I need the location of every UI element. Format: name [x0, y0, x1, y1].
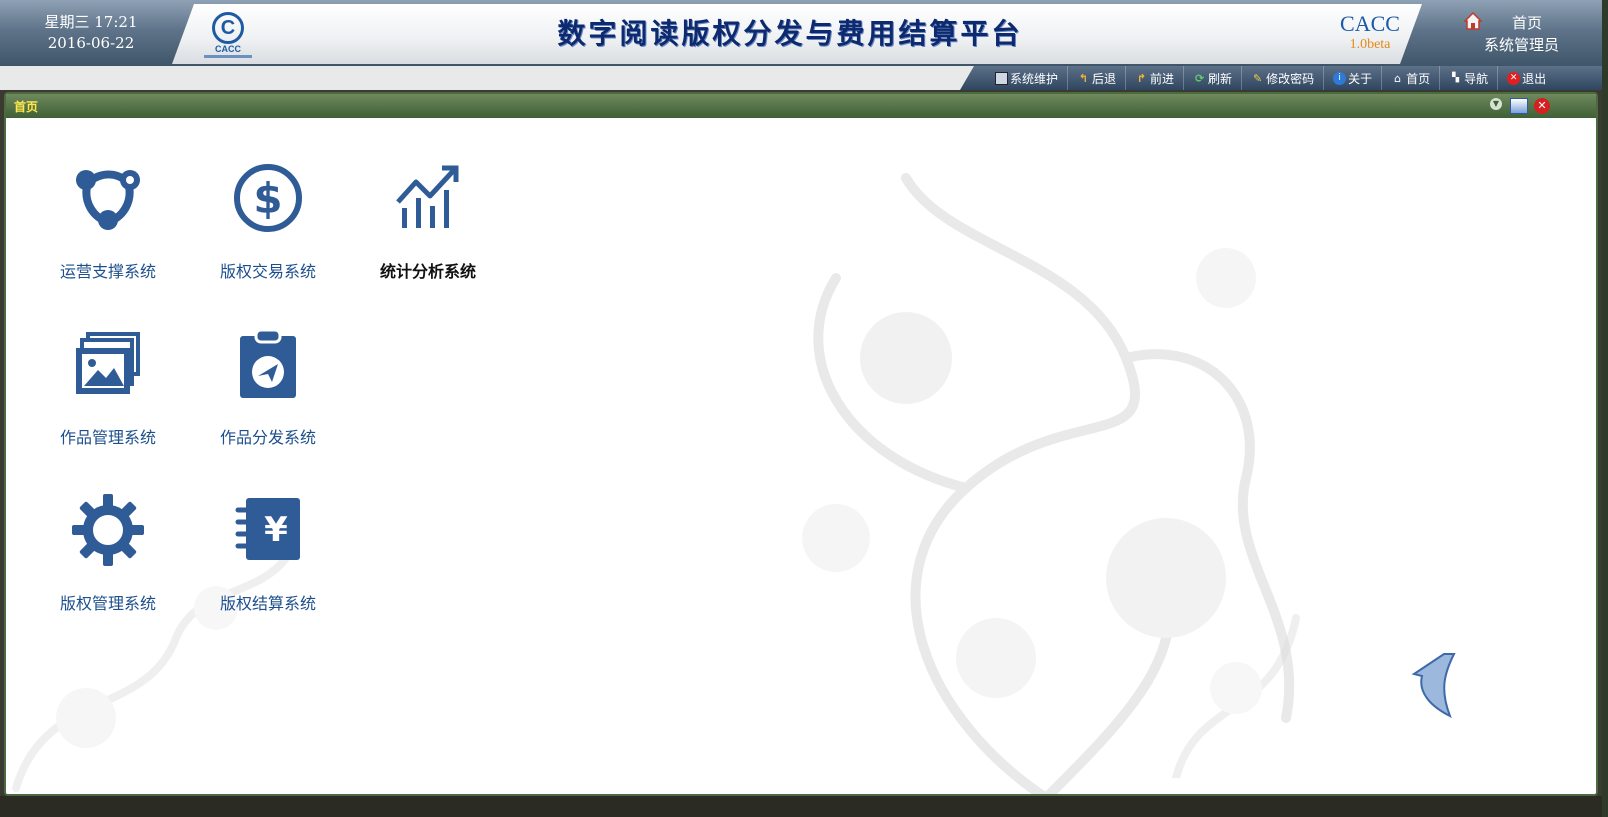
- gear-icon: [72, 494, 144, 566]
- app-tile-works-distribution[interactable]: 作品分发系统: [198, 328, 338, 478]
- clipboard-send-icon: [240, 328, 296, 398]
- app-tile-label: 作品分发系统: [219, 428, 316, 447]
- monitor-icon: [995, 71, 1008, 85]
- dollar-circle-icon: $: [234, 164, 302, 232]
- window-edge: [1602, 0, 1608, 817]
- toolbar-label: 刷新: [1208, 71, 1233, 86]
- toolbar-exit[interactable]: ✕ 退出: [1497, 66, 1555, 90]
- app-tile-copyright-management[interactable]: 版权管理系统: [38, 494, 178, 644]
- app-tile-works-management[interactable]: 作品管理系统: [38, 328, 178, 478]
- brand-version: CACC 1.0beta: [1330, 12, 1410, 54]
- trend-chart-icon: [396, 165, 459, 228]
- header-home-link[interactable]: 首页: [1512, 12, 1542, 33]
- panel-header: 首页 ▼ ✕: [6, 94, 1596, 118]
- toolbar-label: 前进: [1150, 71, 1175, 86]
- toolbar-system-maintenance[interactable]: 系统维护: [986, 66, 1067, 90]
- info-icon: i: [1333, 71, 1347, 85]
- toolbar-label: 退出: [1522, 71, 1547, 86]
- key-icon: ✎: [1252, 71, 1263, 85]
- datetime-box: 星期三 17:21 2016-06-22: [0, 0, 182, 66]
- app-tile-label: 版权交易系统: [219, 262, 316, 281]
- toolbar-navigation[interactable]: ▚ 导航: [1439, 66, 1497, 90]
- images-icon: [76, 332, 140, 394]
- back-arrow-icon: ↰: [1078, 71, 1089, 85]
- maximize-icon[interactable]: [1510, 98, 1528, 114]
- app-tile-copyright-trading[interactable]: $ 版权交易系统: [198, 162, 338, 312]
- home-panel: 首页 ▼ ✕ 运营支撑系统 $ 版权交易系统 统计分析系统 作品管理系统 作品分…: [4, 92, 1598, 796]
- panel-body: 运营支撑系统 $ 版权交易系统 统计分析系统 作品管理系统 作品分发系统 版权管…: [6, 118, 1596, 794]
- version-label: 1.0beta: [1349, 37, 1391, 52]
- app-tile-label: 版权结算系统: [219, 594, 316, 613]
- collapse-icon[interactable]: ▼: [1490, 98, 1502, 110]
- toolbar-label: 关于: [1348, 71, 1373, 86]
- toolbar-home[interactable]: ⌂ 首页: [1381, 66, 1439, 90]
- app-title: 数字阅读版权分发与费用结算平台: [557, 17, 1023, 50]
- app-tile-label: 作品管理系统: [59, 428, 156, 447]
- toolbar-change-password[interactable]: ✎ 修改密码: [1241, 66, 1323, 90]
- app-tile-copyright-settlement[interactable]: ¥ 版权结算系统: [198, 494, 338, 644]
- return-arrow-icon[interactable]: [1410, 652, 1456, 718]
- svg-text:¥: ¥: [264, 510, 288, 550]
- toolbar-label: 首页: [1406, 71, 1431, 86]
- toolbar-label: 修改密码: [1266, 71, 1315, 86]
- copyright-icon: C: [212, 12, 244, 44]
- refresh-icon: ⟳: [1194, 71, 1205, 85]
- current-user: 系统管理员: [1484, 36, 1560, 54]
- exit-icon: ✕: [1507, 71, 1521, 85]
- forward-arrow-icon: ↱: [1136, 71, 1147, 85]
- app-tile-label: 统计分析系统: [379, 262, 476, 281]
- toolbar-label: 后退: [1092, 71, 1117, 86]
- home-icon: ⌂: [1394, 71, 1402, 85]
- toolbar-label: 系统维护: [1010, 71, 1059, 86]
- weekday-time: 星期三 17:21: [44, 13, 138, 31]
- current-date: 2016-06-22: [47, 34, 135, 52]
- app-tile-statistics[interactable]: 统计分析系统: [358, 162, 498, 312]
- toolbar-about[interactable]: i 关于: [1323, 66, 1381, 90]
- home-icon[interactable]: [1464, 12, 1482, 30]
- svg-text:$: $: [253, 174, 282, 223]
- status-bar: [0, 796, 1602, 817]
- app-tile-label: 版权管理系统: [59, 594, 156, 613]
- app-tile-label: 运营支撑系统: [59, 262, 156, 281]
- toolbar-refresh[interactable]: ⟳ 刷新: [1183, 66, 1241, 90]
- sitemap-icon: ▚: [1452, 72, 1460, 83]
- toolbar-forward[interactable]: ↱ 前进: [1125, 66, 1183, 90]
- cacc-logo: C CACC: [204, 8, 252, 62]
- logo-underline: [204, 55, 252, 58]
- close-icon[interactable]: ✕: [1534, 98, 1550, 114]
- toolbar-back[interactable]: ↰ 后退: [1067, 66, 1125, 90]
- yen-notebook-icon: ¥: [235, 498, 300, 560]
- brand-name: CACC: [1340, 11, 1400, 36]
- app-tile-operations[interactable]: 运营支撑系统: [38, 162, 178, 312]
- toolbar-label: 导航: [1464, 71, 1489, 86]
- app-header: 星期三 17:21 2016-06-22 C CACC 数字阅读版权分发与费用结…: [0, 0, 1608, 66]
- toolbar: 系统维护 ↰ 后退 ↱ 前进 ⟳ 刷新 ✎ 修改密码 i 关于 ⌂ 首页 ▚ 导…: [0, 66, 1602, 90]
- floral-right-decoration: [1172, 614, 1300, 778]
- logo-text: CACC: [215, 44, 241, 54]
- toolbar-items: 系统维护 ↰ 后退 ↱ 前进 ⟳ 刷新 ✎ 修改密码 i 关于 ⌂ 首页 ▚ 导…: [986, 66, 1555, 90]
- share-nodes-icon: [76, 170, 140, 230]
- panel-title: 首页: [14, 100, 39, 114]
